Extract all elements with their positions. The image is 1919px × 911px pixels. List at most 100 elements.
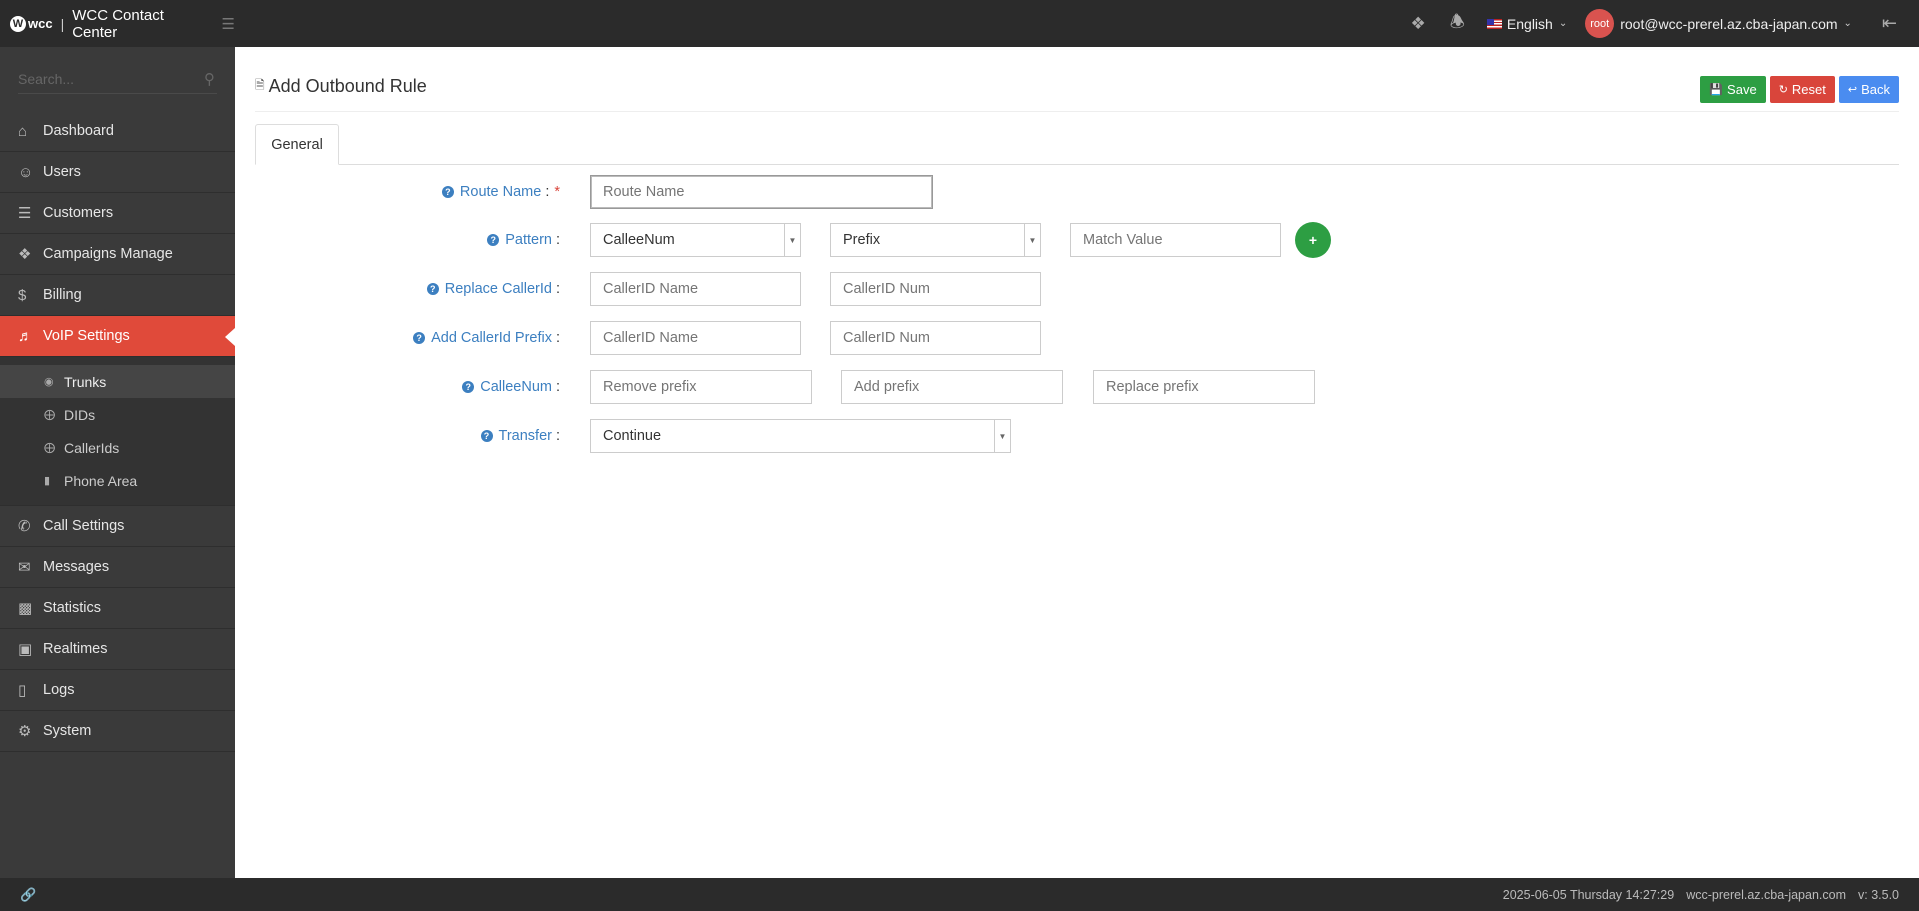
calleenum-label-text: CalleeNum bbox=[480, 379, 552, 395]
replace-callerid-label: ? Replace CallerId : bbox=[426, 272, 560, 306]
sidebar-subitem-phone-area[interactable]: ▮ Phone Area bbox=[0, 464, 235, 497]
sidebar-item-voip-settings[interactable]: ♬ VoIP Settings bbox=[0, 316, 235, 357]
help-icon[interactable]: ? bbox=[487, 234, 500, 246]
language-label: English bbox=[1506, 15, 1553, 32]
search-input[interactable] bbox=[18, 64, 217, 94]
language-selector[interactable]: English ⌄ bbox=[1486, 15, 1568, 32]
sidebar-item-label: Realtimes bbox=[43, 641, 108, 657]
sidebar-item-dashboard[interactable]: ⌂ Dashboard bbox=[0, 111, 235, 152]
back-button[interactable]: ↩ Back bbox=[1838, 76, 1899, 103]
crosshair-icon: ⨁ bbox=[44, 409, 55, 421]
search-icon[interactable]: ⚲ bbox=[204, 70, 215, 88]
menu-toggle-icon[interactable]: ☰ bbox=[222, 15, 235, 33]
sidebar-subitem-label: Phone Area bbox=[64, 472, 138, 489]
add-pattern-button[interactable]: + bbox=[1295, 222, 1331, 258]
user-email: root@wcc-prerel.az.cba-japan.com bbox=[1620, 15, 1838, 32]
caret-down-icon: ▼ bbox=[994, 420, 1010, 452]
chevron-down-icon: ⌄ bbox=[1558, 18, 1568, 29]
sidebar-item-realtimes[interactable]: ▣ Realtimes bbox=[0, 629, 235, 670]
pattern-type-select[interactable]: Prefix ▼ bbox=[830, 223, 1041, 257]
sidebar-subitem-label: CallerIds bbox=[64, 439, 120, 456]
page-actions: 💾 Save ↻ Reset ↩ Back bbox=[1700, 76, 1899, 103]
remove-prefix-input[interactable] bbox=[590, 370, 812, 404]
help-icon[interactable]: ? bbox=[441, 186, 454, 198]
route-name-label: ? Route Name : * bbox=[441, 175, 560, 209]
layers-icon[interactable]: ❖ bbox=[1410, 14, 1425, 34]
sidebar-item-customers[interactable]: ☰ Customers bbox=[0, 193, 235, 234]
sidebar-subitem-callerids[interactable]: ⨁ CallerIds bbox=[0, 431, 235, 464]
reset-button[interactable]: ↻ Reset bbox=[1769, 76, 1835, 103]
sidebar-item-label: System bbox=[43, 723, 92, 739]
caret-down-icon: ▼ bbox=[784, 224, 800, 256]
sidebar-item-statistics[interactable]: ▩ Statistics bbox=[0, 588, 235, 629]
volume-icon: ♬ bbox=[18, 327, 33, 345]
dollar-icon: $ bbox=[18, 286, 27, 304]
footer: 🔗 2025-06-05 Thursday 14:27:29 wcc-prere… bbox=[0, 878, 1919, 911]
envelope-icon: ✉ bbox=[18, 559, 31, 576]
add-prefix-input[interactable] bbox=[841, 370, 1063, 404]
route-name-input[interactable] bbox=[590, 175, 933, 209]
bar-chart-icon: ▩ bbox=[18, 600, 33, 617]
help-icon[interactable]: ? bbox=[462, 381, 475, 393]
colon: : bbox=[555, 232, 560, 248]
sidebar-item-label: Campaigns Manage bbox=[43, 246, 173, 262]
layers-icon: ❖ bbox=[18, 246, 32, 263]
top-right-controls: ❖ 🕭 English ⌄ root root@wcc-prerel.az.cb… bbox=[1398, 0, 1919, 47]
reply-icon: ↩ bbox=[1847, 84, 1858, 96]
pattern-label: ? Pattern : bbox=[487, 223, 560, 257]
sidebar-item-label: Call Settings bbox=[43, 518, 125, 534]
replace-callerid-name-input[interactable] bbox=[590, 272, 801, 306]
sidebar-item-logs[interactable]: ▯ Logs bbox=[0, 670, 235, 711]
sidebar-item-messages[interactable]: ✉ Messages bbox=[0, 547, 235, 588]
replace-callerid-num-input[interactable] bbox=[830, 272, 1041, 306]
help-icon[interactable]: ? bbox=[426, 283, 439, 295]
caret-down-icon: ▼ bbox=[1024, 224, 1040, 256]
tab-bar: General bbox=[255, 123, 1899, 165]
colon: : bbox=[555, 330, 560, 346]
brand: W wcc | WCC Contact Center ☰ bbox=[0, 0, 235, 47]
calleenum-label: ? CalleeNum : bbox=[462, 370, 560, 404]
sidebar-search: ⚲ bbox=[0, 47, 235, 111]
top-bar: W wcc | WCC Contact Center ☰ ❖ 🕭 English… bbox=[0, 0, 1919, 47]
add-callerid-prefix-label-text: Add CallerId Prefix bbox=[431, 330, 552, 346]
save-button[interactable]: 💾 Save bbox=[1700, 76, 1766, 103]
sidebar-subitem-label: Trunks bbox=[64, 373, 107, 390]
sidebar-item-campaigns-manage[interactable]: ❖ Campaigns Manage bbox=[0, 234, 235, 275]
bell-icon[interactable]: 🕭 bbox=[1450, 9, 1465, 38]
sidebar-subitem-dids[interactable]: ⨁ DIDs bbox=[0, 398, 235, 431]
file-icon: 🗎 bbox=[255, 78, 265, 92]
prefix-callerid-num-input[interactable] bbox=[830, 321, 1041, 355]
help-icon[interactable]: ? bbox=[480, 430, 493, 442]
home-icon: ⌂ bbox=[18, 122, 28, 140]
sidebar-item-label: Users bbox=[43, 164, 81, 180]
sidebar-item-call-settings[interactable]: ✆ Call Settings bbox=[0, 506, 235, 547]
replace-prefix-input[interactable] bbox=[1093, 370, 1315, 404]
logout-icon[interactable]: ⇤ bbox=[1882, 13, 1897, 34]
route-name-label-text: Route Name bbox=[459, 184, 542, 200]
footer-datetime: 2025-06-05 Thursday 14:27:29 bbox=[1502, 887, 1675, 902]
match-value-input[interactable] bbox=[1070, 223, 1281, 257]
sidebar-item-users[interactable]: ☺ Users bbox=[0, 152, 235, 193]
sidebar-subitem-trunks[interactable]: ◉ Trunks bbox=[0, 365, 235, 398]
logo[interactable]: W wcc bbox=[10, 15, 53, 32]
help-icon[interactable]: ? bbox=[413, 332, 426, 344]
user-menu[interactable]: root root@wcc-prerel.az.cba-japan.com ⌄ bbox=[1585, 9, 1852, 38]
us-flag-icon bbox=[1486, 18, 1502, 29]
footer-version: v: 3.5.0 bbox=[1858, 887, 1899, 902]
transfer-select[interactable]: Continue ▼ bbox=[590, 419, 1011, 453]
sidebar-item-system[interactable]: ⚙ System bbox=[0, 711, 235, 752]
sidebar-item-billing[interactable]: $ Billing bbox=[0, 275, 235, 316]
sidebar-item-label: Messages bbox=[43, 559, 110, 575]
tab-general[interactable]: General bbox=[255, 124, 339, 165]
sidebar-item-label: Statistics bbox=[43, 600, 102, 616]
crosshair-icon: ⨁ bbox=[44, 442, 55, 454]
colon: : bbox=[555, 281, 560, 297]
save-button-label: Save bbox=[1727, 82, 1757, 97]
book-icon: ▯ bbox=[18, 682, 27, 699]
pattern-field-select[interactable]: CalleeNum ▼ bbox=[590, 223, 801, 257]
prefix-callerid-name-input[interactable] bbox=[590, 321, 801, 355]
app-title: WCC Contact Center bbox=[72, 6, 164, 41]
monitor-icon: ▣ bbox=[18, 641, 33, 658]
transfer-row: ? Transfer : Continue ▼ bbox=[235, 419, 1919, 453]
pattern-field-value: CalleeNum bbox=[603, 232, 675, 248]
